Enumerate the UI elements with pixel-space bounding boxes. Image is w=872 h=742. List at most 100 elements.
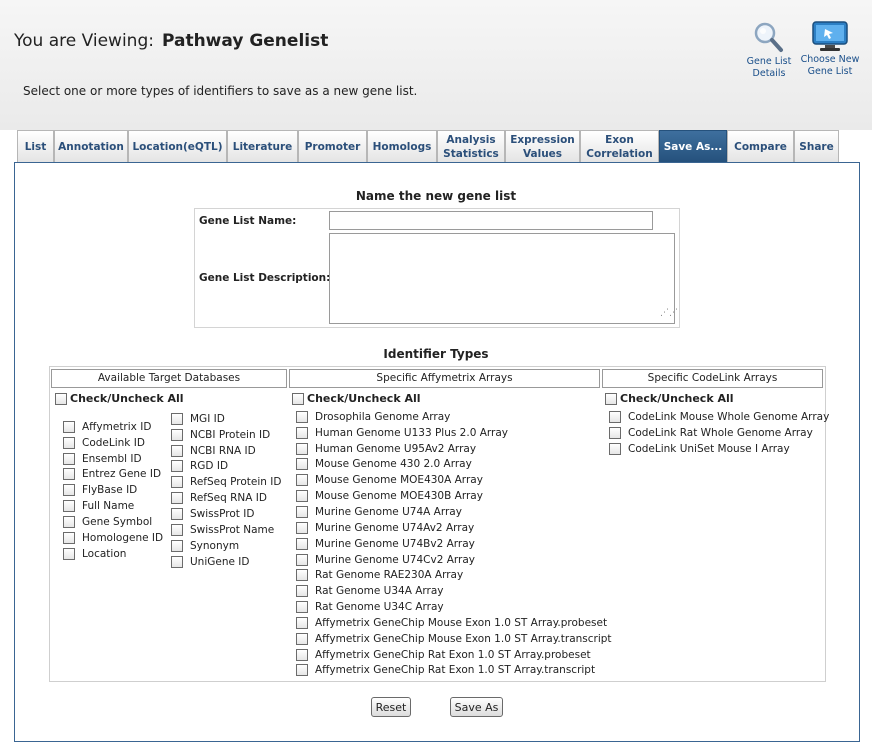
database-item[interactable]: CodeLink ID: [63, 435, 163, 451]
database-item[interactable]: SwissProt ID: [171, 506, 281, 522]
affymetrix-array-checkbox[interactable]: [296, 569, 308, 582]
database-checkbox[interactable]: [63, 468, 75, 481]
database-item[interactable]: Entrez Gene ID: [63, 467, 163, 483]
affymetrix-array-item[interactable]: Mouse Genome 430 2.0 Array: [296, 457, 612, 473]
affymetrix-array-checkbox[interactable]: [296, 616, 308, 629]
check-all-codelink[interactable]: Check/Uncheck All: [605, 392, 734, 405]
affymetrix-array-item[interactable]: Murine Genome U74Bv2 Array: [296, 536, 612, 552]
affymetrix-array-checkbox[interactable]: [296, 442, 308, 455]
affymetrix-array-item[interactable]: Murine Genome U74Cv2 Array: [296, 552, 612, 568]
database-checkbox[interactable]: [63, 484, 75, 497]
affymetrix-array-checkbox[interactable]: [296, 585, 308, 598]
database-checkbox[interactable]: [171, 444, 183, 457]
affymetrix-array-checkbox[interactable]: [296, 521, 308, 534]
affymetrix-array-item[interactable]: Affymetrix GeneChip Mouse Exon 1.0 ST Ar…: [296, 631, 612, 647]
database-item[interactable]: SwissProt Name: [171, 522, 281, 538]
database-item[interactable]: Ensembl ID: [63, 451, 163, 467]
database-item[interactable]: Homologene ID: [63, 530, 163, 546]
codelink-array-checkbox[interactable]: [609, 410, 621, 423]
tab-analysis-statistics[interactable]: Analysis Statistics: [437, 130, 505, 162]
database-checkbox[interactable]: [171, 492, 183, 505]
database-checkbox[interactable]: [171, 476, 183, 489]
tab-list[interactable]: List: [17, 130, 54, 162]
affymetrix-array-checkbox[interactable]: [296, 553, 308, 566]
affymetrix-array-checkbox[interactable]: [296, 632, 308, 645]
database-checkbox[interactable]: [63, 547, 75, 560]
database-checkbox[interactable]: [63, 531, 75, 544]
database-checkbox[interactable]: [171, 539, 183, 552]
resize-grip-icon[interactable]: ⋰⋰: [660, 309, 678, 322]
affymetrix-array-checkbox[interactable]: [296, 458, 308, 471]
affymetrix-array-item[interactable]: Murine Genome U74Av2 Array: [296, 520, 612, 536]
database-checkbox[interactable]: [63, 500, 75, 513]
save-as-button[interactable]: Save As: [450, 697, 503, 717]
gene-list-details-link[interactable]: Gene List Details: [739, 20, 799, 80]
database-item[interactable]: FlyBase ID: [63, 482, 163, 498]
codelink-array-item[interactable]: CodeLink Mouse Whole Genome Array: [609, 409, 829, 425]
affymetrix-array-item[interactable]: Human Genome U95Av2 Array: [296, 441, 612, 457]
database-item[interactable]: RefSeq RNA ID: [171, 490, 281, 506]
database-item[interactable]: Full Name: [63, 498, 163, 514]
affymetrix-array-checkbox[interactable]: [296, 664, 308, 677]
check-all-codelink-checkbox[interactable]: [605, 392, 617, 405]
tab-homologs[interactable]: Homologs: [367, 130, 437, 162]
check-all-affymetrix-checkbox[interactable]: [292, 392, 304, 405]
database-checkbox[interactable]: [63, 436, 75, 449]
choose-gene-list-link[interactable]: Choose New Gene List: [800, 20, 860, 78]
affymetrix-array-checkbox[interactable]: [296, 537, 308, 550]
codelink-array-checkbox[interactable]: [609, 426, 621, 439]
tab-save-as[interactable]: Save As...: [659, 130, 727, 162]
tab-share[interactable]: Share: [794, 130, 839, 162]
affymetrix-array-item[interactable]: Mouse Genome MOE430A Array: [296, 472, 612, 488]
database-item[interactable]: NCBI RNA ID: [171, 443, 281, 459]
database-item[interactable]: Gene Symbol: [63, 514, 163, 530]
database-item[interactable]: RGD ID: [171, 459, 281, 475]
check-all-databases-checkbox[interactable]: [55, 392, 67, 405]
database-checkbox[interactable]: [63, 515, 75, 528]
affymetrix-array-item[interactable]: Affymetrix GeneChip Rat Exon 1.0 ST Arra…: [296, 663, 612, 679]
affymetrix-array-item[interactable]: Rat Genome RAE230A Array: [296, 567, 612, 583]
tab-expression-values[interactable]: Expression Values: [505, 130, 580, 162]
database-checkbox[interactable]: [63, 452, 75, 465]
tab-annotation[interactable]: Annotation: [54, 130, 128, 162]
affymetrix-array-item[interactable]: Murine Genome U74A Array: [296, 504, 612, 520]
tab-compare[interactable]: Compare: [727, 130, 794, 162]
database-checkbox[interactable]: [171, 412, 183, 425]
affymetrix-array-checkbox[interactable]: [296, 490, 308, 503]
affymetrix-array-checkbox[interactable]: [296, 410, 308, 423]
database-checkbox[interactable]: [171, 428, 183, 441]
tab-promoter[interactable]: Promoter: [298, 130, 367, 162]
affymetrix-array-item[interactable]: Affymetrix GeneChip Rat Exon 1.0 ST Arra…: [296, 647, 612, 663]
reset-button[interactable]: Reset: [371, 697, 411, 717]
affymetrix-array-checkbox[interactable]: [296, 601, 308, 614]
affymetrix-array-checkbox[interactable]: [296, 505, 308, 518]
database-checkbox[interactable]: [171, 523, 183, 536]
tab-exon-correlation[interactable]: Exon Correlation: [580, 130, 659, 162]
check-all-affymetrix[interactable]: Check/Uncheck All: [292, 392, 421, 405]
database-checkbox[interactable]: [171, 460, 183, 473]
database-checkbox[interactable]: [171, 555, 183, 568]
database-item[interactable]: Affymetrix ID: [63, 419, 163, 435]
codelink-array-checkbox[interactable]: [609, 442, 621, 455]
affymetrix-array-checkbox[interactable]: [296, 648, 308, 661]
affymetrix-array-item[interactable]: Mouse Genome MOE430B Array: [296, 488, 612, 504]
affymetrix-array-item[interactable]: Drosophila Genome Array: [296, 409, 612, 425]
gene-list-description-textarea[interactable]: [329, 233, 675, 324]
database-checkbox[interactable]: [63, 420, 75, 433]
database-item[interactable]: MGI ID: [171, 411, 281, 427]
database-item[interactable]: Location: [63, 546, 163, 562]
affymetrix-array-item[interactable]: Affymetrix GeneChip Mouse Exon 1.0 ST Ar…: [296, 615, 612, 631]
database-item[interactable]: NCBI Protein ID: [171, 427, 281, 443]
database-item[interactable]: Synonym: [171, 538, 281, 554]
database-checkbox[interactable]: [171, 507, 183, 520]
database-item[interactable]: RefSeq Protein ID: [171, 474, 281, 490]
check-all-databases[interactable]: Check/Uncheck All: [55, 392, 184, 405]
gene-list-name-input[interactable]: [329, 211, 653, 230]
database-item[interactable]: UniGene ID: [171, 554, 281, 570]
affymetrix-array-checkbox[interactable]: [296, 426, 308, 439]
codelink-array-item[interactable]: CodeLink Rat Whole Genome Array: [609, 425, 829, 441]
tab-literature[interactable]: Literature: [227, 130, 298, 162]
affymetrix-array-item[interactable]: Rat Genome U34C Array: [296, 599, 612, 615]
affymetrix-array-checkbox[interactable]: [296, 474, 308, 487]
tab-location-eqtl[interactable]: Location(eQTL): [128, 130, 227, 162]
